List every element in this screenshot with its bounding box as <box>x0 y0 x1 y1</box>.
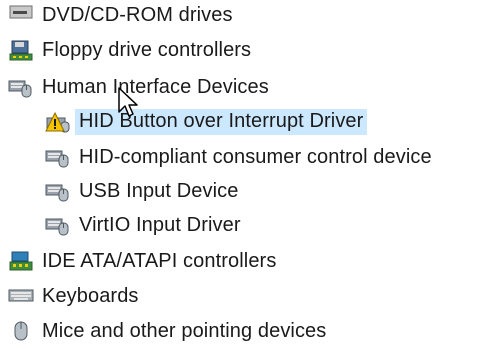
tree-item-mice-and-other-pointing-devices[interactable]: Mice and other pointing devices <box>8 316 326 346</box>
tree-item-floppy-drive-controllers[interactable]: Floppy drive controllers <box>8 35 251 65</box>
hid-device-icon <box>45 145 71 169</box>
tree-item-hid-compliant-consumer-control-device[interactable]: HID-compliant consumer control device <box>45 142 432 172</box>
floppy-controller-icon <box>8 38 34 62</box>
tree-item-dvd-cd-rom-drives[interactable]: DVD/CD-ROM drives <box>8 0 233 30</box>
mouse-icon <box>8 319 34 343</box>
device-tree: DVD/CD-ROM drives Floppy drive controlle… <box>0 0 501 342</box>
tree-item-label: IDE ATA/ATAPI controllers <box>42 249 277 272</box>
tree-item-hid-button-over-interrupt-driver[interactable]: HID Button over Interrupt Driver <box>45 107 368 137</box>
tree-item-keyboards[interactable]: Keyboards <box>8 281 139 311</box>
tree-item-human-interface-devices[interactable]: Human Interface Devices <box>8 72 269 102</box>
hid-icon <box>8 75 34 99</box>
tree-item-label: HID Button over Interrupt Driver <box>75 109 368 135</box>
keyboard-icon <box>8 284 34 308</box>
tree-item-usb-input-device[interactable]: USB Input Device <box>45 176 238 206</box>
ide-controller-icon <box>8 249 34 273</box>
tree-item-label: Mice and other pointing devices <box>42 319 327 342</box>
hid-device-icon <box>45 213 71 237</box>
tree-item-label: Keyboards <box>42 284 139 307</box>
tree-item-label: Floppy drive controllers <box>42 38 252 61</box>
warning-device-icon <box>45 110 71 134</box>
tree-item-label: USB Input Device <box>79 179 239 202</box>
tree-item-label: DVD/CD-ROM drives <box>42 3 233 26</box>
tree-item-virtio-input-driver[interactable]: VirtIO Input Driver <box>45 210 241 240</box>
tree-item-label: HID-compliant consumer control device <box>79 145 432 168</box>
tree-item-label: Human Interface Devices <box>42 75 269 98</box>
hid-device-icon <box>45 179 71 203</box>
dvd-drive-icon <box>8 3 34 27</box>
tree-item-label: VirtIO Input Driver <box>79 213 241 236</box>
tree-item-ide-ata-atapi-controllers[interactable]: IDE ATA/ATAPI controllers <box>8 246 276 276</box>
